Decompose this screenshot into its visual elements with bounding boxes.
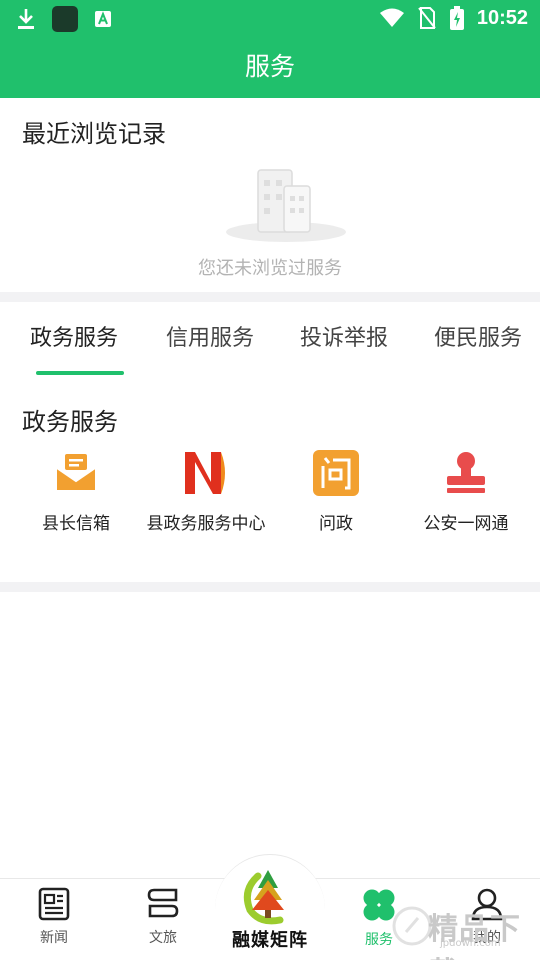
title-bar: 服务: [0, 36, 540, 98]
service-gov-service-center[interactable]: 县政务服务中心: [136, 448, 276, 538]
government-services-section: 政务服务 县长信箱 县政务服务中心 问政 公安一网通: [0, 382, 540, 582]
battery-charging-icon: [449, 6, 464, 30]
ask-icon: [313, 450, 359, 496]
government-service-center-logo: [185, 452, 225, 494]
nav-label-media-matrix[interactable]: 融媒矩阵: [212, 926, 328, 952]
newspaper-icon: [38, 887, 70, 921]
watermark-text: 精品下载: [428, 912, 521, 960]
service-label: 问政: [319, 514, 353, 534]
empty-state-text: 您还未浏览过服务: [198, 258, 342, 279]
tab-government-services[interactable]: 政务服务: [30, 320, 118, 352]
service-tabs: 政务服务 信用服务 投诉举报 便民服务: [0, 302, 540, 382]
service-label: 县长信箱: [42, 514, 110, 534]
wifi-icon: [379, 8, 404, 27]
culture-travel-icon: [147, 888, 179, 918]
recent-title: 最近浏览记录: [22, 120, 166, 148]
section-divider: [0, 292, 540, 302]
mailbox-icon: [56, 454, 96, 490]
page-title: 服务: [244, 52, 295, 81]
download-icon: [18, 9, 34, 29]
empty-buildings-illustration: [226, 169, 346, 242]
tab-convenience-services[interactable]: 便民服务: [434, 320, 522, 352]
services-title: 政务服务: [22, 408, 118, 436]
status-bar: 10:52: [0, 0, 540, 36]
service-county-mailbox[interactable]: 县长信箱: [6, 448, 146, 538]
app-icon: [52, 6, 78, 32]
service-police-one-network[interactable]: 公安一网通: [396, 448, 536, 538]
clock-time: 10:52: [476, 6, 528, 29]
nav-label: 新闻: [40, 930, 68, 946]
service-ask-government[interactable]: 问政: [266, 448, 406, 538]
police-stamp-icon: [447, 452, 485, 493]
recent-section: 最近浏览记录 您还未浏览过服务: [0, 98, 540, 292]
service-label: 公安一网通: [423, 514, 509, 534]
service-label: 县政务服务中心: [146, 514, 266, 534]
nav-news[interactable]: 新闻: [14, 887, 94, 947]
active-tab-indicator: [36, 371, 124, 375]
tab-complaints[interactable]: 投诉举报: [300, 320, 388, 352]
section-divider: [0, 582, 540, 592]
nav-culture-travel[interactable]: 文旅: [123, 887, 203, 947]
nav-label: 文旅: [149, 930, 177, 946]
tab-credit-services[interactable]: 信用服务: [166, 320, 254, 352]
watermark-subtext: jpdown.com: [440, 938, 501, 949]
no-signal-icon: [418, 7, 436, 29]
font-icon: [95, 11, 111, 27]
